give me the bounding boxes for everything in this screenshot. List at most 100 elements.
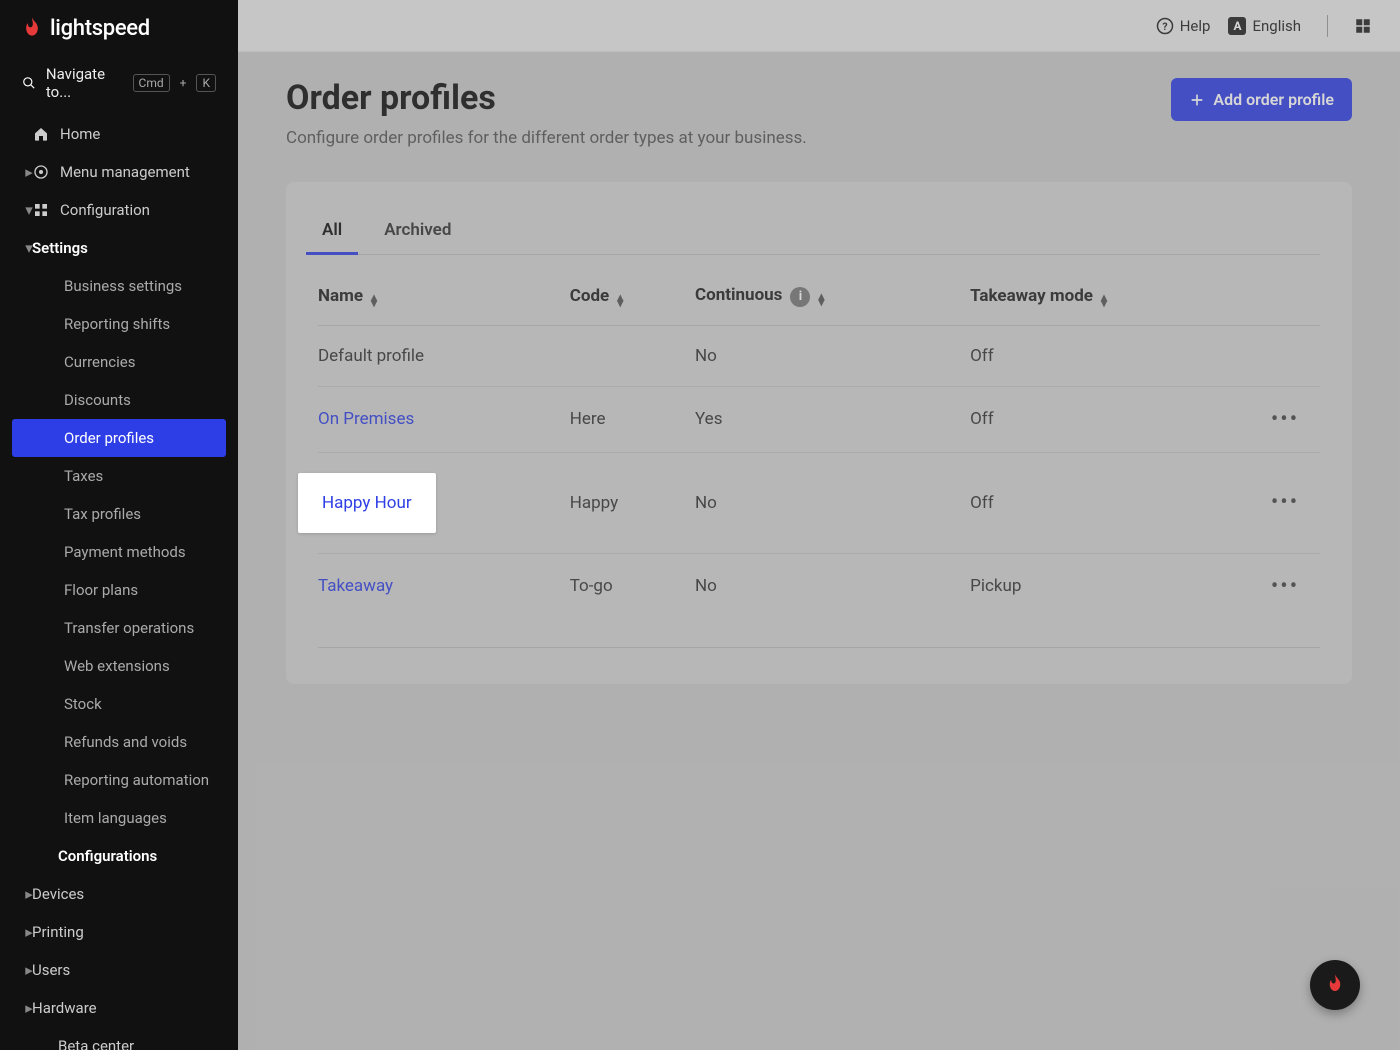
profile-name-link[interactable]: Takeaway: [318, 576, 393, 596]
nav-reporting-auto[interactable]: Reporting automation: [0, 761, 238, 799]
help-icon: ?: [1156, 17, 1174, 35]
kbd-k: K: [196, 74, 216, 92]
chevron-down-icon: ▾: [24, 243, 34, 253]
table-footer-rule: [318, 647, 1320, 648]
nav-payment-methods[interactable]: Payment methods: [0, 533, 238, 571]
chevron-right-icon: ▸: [24, 965, 34, 975]
col-code[interactable]: Code▴▾: [570, 263, 695, 325]
nav-menu-mgmt[interactable]: ▸ Menu management: [0, 153, 238, 191]
apps-grid-icon[interactable]: [1354, 17, 1372, 35]
nav-settings-label: Settings: [32, 239, 88, 257]
chevron-down-icon: ▾: [24, 205, 34, 215]
cell-takeaway: Pickup: [970, 553, 1260, 619]
nav-taxes[interactable]: Taxes: [0, 457, 238, 495]
cell-code: [570, 325, 695, 386]
brand-name: lightspeed: [50, 16, 150, 41]
nav-item-languages[interactable]: Item languages: [0, 799, 238, 837]
table-row: Happy Hour Happy No Off •••: [318, 452, 1320, 553]
col-continuous[interactable]: Continuousi▴▾: [695, 263, 970, 325]
nav-configuration[interactable]: ▾ Configuration: [0, 191, 238, 229]
info-icon[interactable]: i: [790, 287, 810, 307]
brand-logo[interactable]: lightspeed: [0, 0, 238, 55]
cell-continuous: Yes: [695, 386, 970, 452]
nav-printing[interactable]: ▸Printing: [0, 913, 238, 951]
menu-icon: [32, 163, 50, 181]
table-row: Takeaway To-go No Pickup •••: [318, 553, 1320, 619]
cell-code: To-go: [570, 553, 695, 619]
chevron-right-icon: ▸: [24, 927, 34, 937]
nav-settings[interactable]: ▾ Settings: [0, 229, 238, 267]
col-takeaway[interactable]: Takeaway mode▴▾: [970, 263, 1260, 325]
table-card: All Archived Name▴▾ Code▴▾ Continuousi▴▾…: [286, 182, 1352, 684]
nav-home-label: Home: [60, 125, 100, 143]
add-btn-label: Add order profile: [1213, 90, 1334, 109]
content: Order profiles Configure order profiles …: [238, 52, 1400, 710]
page-title: Order profiles: [286, 78, 807, 118]
nav-business-settings[interactable]: Business settings: [0, 267, 238, 305]
nav-order-profiles[interactable]: Order profiles: [12, 419, 226, 457]
svg-text:?: ?: [1162, 19, 1167, 32]
nav-devices[interactable]: ▸Devices: [0, 875, 238, 913]
sort-icon: ▴▾: [1101, 294, 1107, 306]
help-link[interactable]: ? Help: [1156, 17, 1211, 35]
cell-actions: •••: [1260, 452, 1320, 553]
nav-hardware[interactable]: ▸Hardware: [0, 989, 238, 1027]
nav-reporting-shifts[interactable]: Reporting shifts: [0, 305, 238, 343]
row-actions-menu[interactable]: •••: [1271, 490, 1299, 515]
profiles-table: Name▴▾ Code▴▾ Continuousi▴▾ Takeaway mod…: [318, 263, 1320, 648]
cell-actions: •••: [1260, 553, 1320, 619]
cell-name: Happy Hour: [318, 452, 570, 553]
nav-floor-plans[interactable]: Floor plans: [0, 571, 238, 609]
table-row: On Premises Here Yes Off •••: [318, 386, 1320, 452]
plus-icon: [1189, 92, 1205, 108]
row-actions-menu[interactable]: •••: [1271, 407, 1299, 432]
nav-beta[interactable]: Beta center: [0, 1027, 238, 1050]
col-name[interactable]: Name▴▾: [318, 263, 570, 325]
language-selector[interactable]: A English: [1228, 17, 1301, 35]
flame-icon: [22, 17, 42, 41]
cell-actions: [1260, 325, 1320, 386]
tab-all[interactable]: All: [318, 208, 346, 254]
nav-search[interactable]: Navigate to... Cmd + K: [0, 55, 238, 115]
cell-continuous: No: [695, 553, 970, 619]
nav-refunds[interactable]: Refunds and voids: [0, 723, 238, 761]
main: ? Help A English Order profiles Configur…: [238, 0, 1400, 1050]
home-icon: [32, 125, 50, 143]
search-icon: [22, 75, 36, 91]
row-actions-menu[interactable]: •••: [1271, 574, 1299, 599]
nav-transfer-ops[interactable]: Transfer operations: [0, 609, 238, 647]
language-label: English: [1252, 17, 1301, 35]
support-fab[interactable]: [1310, 960, 1360, 1010]
page-subtitle: Configure order profiles for the differe…: [286, 128, 807, 148]
add-order-profile-button[interactable]: Add order profile: [1171, 78, 1352, 121]
sidebar: lightspeed Navigate to... Cmd + K Home ▸…: [0, 0, 238, 1050]
nav-menu-mgmt-label: Menu management: [60, 163, 190, 181]
cell-takeaway: Off: [970, 386, 1260, 452]
profile-name: Default profile: [318, 346, 424, 366]
tab-archived[interactable]: Archived: [380, 208, 455, 254]
tabs: All Archived: [318, 208, 1320, 255]
kbd-cmd: Cmd: [133, 74, 170, 92]
col-actions: [1260, 263, 1320, 325]
cell-code: Happy: [570, 452, 695, 553]
nav-users[interactable]: ▸Users: [0, 951, 238, 989]
nav-currencies[interactable]: Currencies: [0, 343, 238, 381]
sort-icon: ▴▾: [818, 293, 824, 305]
nav-configuration-label: Configuration: [60, 201, 150, 219]
nav-home[interactable]: Home: [0, 115, 238, 153]
cell-takeaway: Off: [970, 325, 1260, 386]
nav-configurations[interactable]: Configurations: [0, 837, 238, 875]
nav-discounts[interactable]: Discounts: [0, 381, 238, 419]
profile-name-link[interactable]: On Premises: [318, 409, 414, 429]
cell-name: Takeaway: [318, 553, 570, 619]
nav-stock[interactable]: Stock: [0, 685, 238, 723]
table-row: Default profile No Off: [318, 325, 1320, 386]
settings-icon: [32, 201, 50, 219]
profile-name-link[interactable]: Happy Hour: [322, 493, 412, 513]
chevron-right-icon: ▸: [24, 167, 34, 177]
nav-web-ext[interactable]: Web extensions: [0, 647, 238, 685]
nav-tax-profiles[interactable]: Tax profiles: [0, 495, 238, 533]
cell-actions: •••: [1260, 386, 1320, 452]
help-label: Help: [1180, 17, 1211, 35]
cell-code: Here: [570, 386, 695, 452]
